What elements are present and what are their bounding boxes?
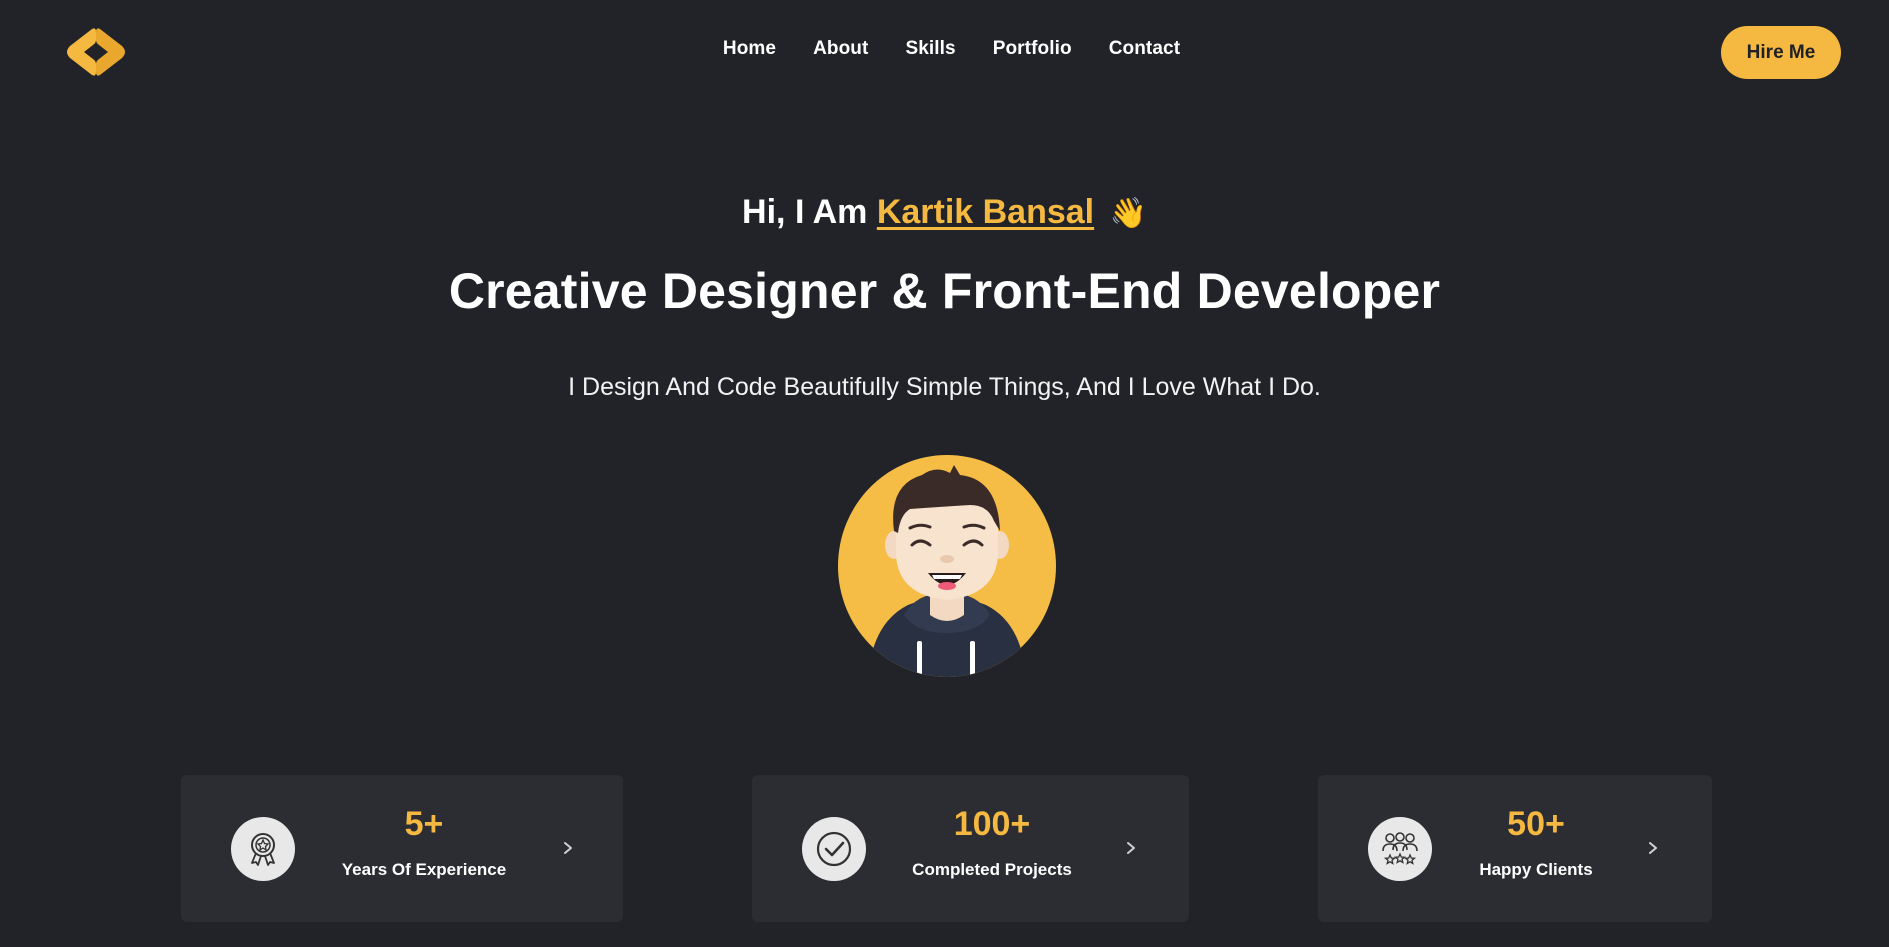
wave-icon: 👋 xyxy=(1109,196,1147,231)
award-badge-icon xyxy=(231,817,295,881)
stat-label: Years Of Experience xyxy=(341,860,507,879)
group-stars-icon xyxy=(1368,817,1432,881)
stat-label: Completed Projects xyxy=(912,860,1072,879)
chevron-right-icon xyxy=(564,842,572,854)
hero-greeting: Hi, I Am Kartik Bansal 👋 xyxy=(0,193,1889,232)
stat-value: 100+ xyxy=(953,805,1031,843)
greeting-prefix: Hi, I Am xyxy=(742,193,868,231)
stat-card-projects[interactable]: 100+ Completed Projects xyxy=(752,775,1189,922)
hero-name-link[interactable]: Kartik Bansal xyxy=(877,193,1094,231)
stat-value: 5+ xyxy=(404,805,444,843)
stat-card-clients[interactable]: 50+ Happy Clients xyxy=(1318,775,1712,922)
check-circle-icon xyxy=(802,817,866,881)
chevron-right-icon xyxy=(1127,842,1135,854)
hire-me-button[interactable]: Hire Me xyxy=(1721,26,1841,79)
stat-value: 50+ xyxy=(1507,805,1565,843)
nav-contact[interactable]: Contact xyxy=(1109,38,1180,60)
nav-about[interactable]: About xyxy=(813,38,868,60)
nav-skills[interactable]: Skills xyxy=(905,38,955,60)
stat-card-experience[interactable]: 5+ Years Of Experience xyxy=(181,775,623,922)
stat-label: Happy Clients xyxy=(1479,860,1593,879)
nav-portfolio[interactable]: Portfolio xyxy=(993,38,1072,60)
nav-home[interactable]: Home xyxy=(723,38,776,60)
avatar-illustration xyxy=(838,455,1056,677)
main-nav: Home About Skills Portfolio Contact xyxy=(0,38,1889,60)
page: Home About Skills Portfolio Contact Hire… xyxy=(0,0,1889,947)
chevron-right-icon xyxy=(1649,842,1657,854)
hero-headline: Creative Designer & Front-End Developer xyxy=(448,263,1441,319)
hero-tagline: I Design And Code Beautifully Simple Thi… xyxy=(568,373,1321,401)
